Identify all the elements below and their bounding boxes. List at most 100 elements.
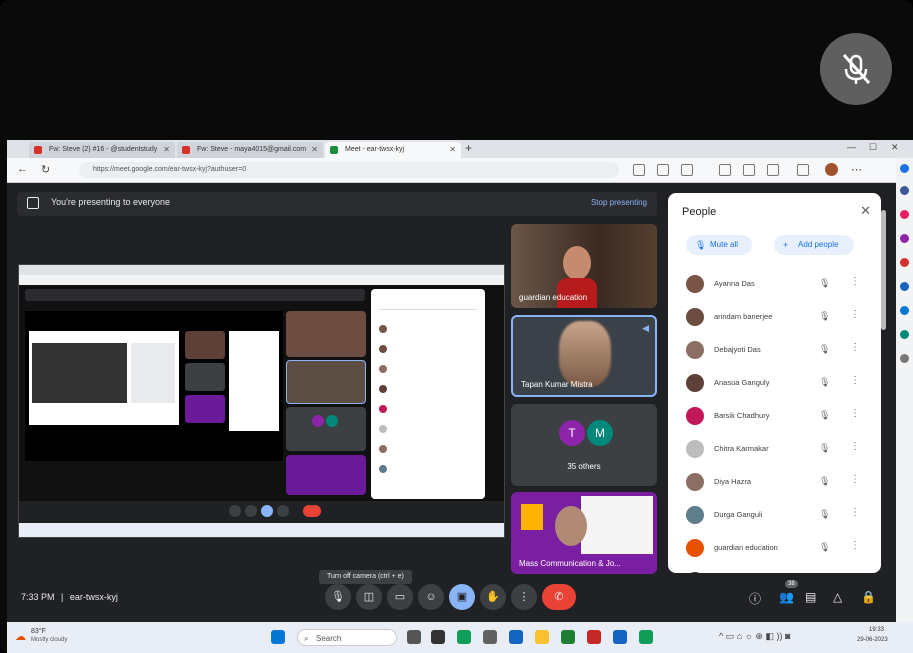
mic-icon[interactable]: 🎙 [819, 542, 830, 553]
participant-row[interactable]: arindam banerjee 🎙 ⋮ [668, 302, 881, 335]
close-window-icon[interactable]: ✕ [891, 142, 899, 153]
participant-row[interactable]: Ayanna Das 🎙 ⋮ [668, 269, 881, 302]
participant-name: guardian education [714, 543, 778, 552]
task-view-icon[interactable] [407, 630, 421, 644]
edge-icon[interactable] [457, 630, 471, 644]
powerpoint-icon[interactable] [587, 630, 601, 644]
host-controls-icon[interactable]: 🔒 [861, 590, 876, 604]
camera-button[interactable]: ◫ [356, 584, 382, 610]
new-tab-icon[interactable]: + [465, 141, 472, 155]
reactions-button[interactable]: ☺ [418, 584, 444, 610]
more-options-icon[interactable]: ⋮ [850, 507, 860, 518]
store-icon[interactable] [509, 630, 523, 644]
shopping-icon[interactable] [900, 210, 909, 219]
collections-icon[interactable] [767, 164, 779, 176]
more-options-button[interactable]: ⋮ [511, 584, 537, 610]
captions-button[interactable]: ▭ [387, 584, 413, 610]
maximize-icon[interactable]: ☐ [869, 142, 877, 153]
drop-icon[interactable] [900, 330, 909, 339]
file-explorer-icon[interactable] [535, 630, 549, 644]
more-options-icon[interactable]: ⋮ [850, 375, 860, 386]
more-options-icon[interactable]: ⋮ [850, 441, 860, 452]
favorites-icon[interactable] [743, 164, 755, 176]
mic-icon[interactable]: 🎙 [819, 476, 830, 487]
participant-tile-active[interactable]: ◀ Tapan Kumar Mistra [511, 315, 657, 397]
split-screen-icon[interactable] [719, 164, 731, 176]
stop-presenting-button[interactable]: Stop presenting [591, 198, 647, 207]
add-sidebar-icon[interactable] [900, 354, 909, 363]
office-icon[interactable] [900, 282, 909, 291]
avatar: M [587, 420, 613, 446]
leave-call-button[interactable]: ✆ [542, 584, 576, 610]
mic-button[interactable]: 🎙 [325, 584, 351, 610]
participant-row[interactable]: Durga Ganguli 🎙 ⋮ [668, 500, 881, 533]
participant-row[interactable]: Diya Hazra 🎙 ⋮ [668, 467, 881, 500]
favorite-icon[interactable] [681, 164, 693, 176]
mic-icon[interactable]: 🎙 [819, 311, 830, 322]
participant-row[interactable]: guardian education 🎙 ⋮ [668, 533, 881, 566]
participant-tile-top[interactable]: guardian education [511, 224, 657, 308]
system-tray-icons[interactable]: ^ ▭ ⌂ ☼ ⊕ ◧ )) ◙ [719, 631, 790, 642]
close-icon[interactable]: ✕ [860, 203, 871, 219]
widgets-icon[interactable] [431, 630, 445, 644]
more-options-icon[interactable]: ⋮ [850, 540, 860, 551]
games-icon[interactable] [900, 258, 909, 267]
browser-tab-1[interactable]: Fw: Steve (2) #16 - @studentstudy ✕ [29, 142, 175, 158]
extensions-icon[interactable] [797, 164, 809, 176]
minimize-icon[interactable]: — [847, 142, 856, 152]
participant-tile-bottom[interactable]: Mass Communication & Jo... [511, 492, 657, 574]
camera-permission-icon[interactable] [633, 164, 645, 176]
more-options-icon[interactable]: ⋮ [850, 474, 860, 485]
back-icon[interactable]: ← [17, 163, 28, 175]
participant-row[interactable]: Barsik Chadhury 🎙 ⋮ [668, 401, 881, 434]
participant-row[interactable]: Debajyoti Das 🎙 ⋮ [668, 335, 881, 368]
mic-icon[interactable]: 🎙 [819, 278, 830, 289]
browser-tab-3[interactable]: Meet - ear-twsx-kyj ✕ [325, 142, 461, 158]
start-icon[interactable] [271, 630, 285, 644]
tools-icon[interactable] [900, 234, 909, 243]
word-icon[interactable] [613, 630, 627, 644]
meeting-details-icon[interactable]: ⓘ [749, 590, 761, 607]
browser-tab-2[interactable]: Fw: Steve - maya4015@gmail.com ✕ [177, 142, 323, 158]
mic-icon[interactable]: 🎙 [819, 410, 830, 421]
zoom-icon[interactable] [657, 164, 669, 176]
others-tile[interactable]: T M 35 others [511, 404, 657, 486]
taskbar-search[interactable]: ⌕ Search [297, 629, 397, 646]
raise-hand-button[interactable]: ✋ [480, 584, 506, 610]
excel-icon[interactable] [561, 630, 575, 644]
menu-icon[interactable]: ⋯ [851, 163, 862, 176]
chat-icon[interactable]: ▤ [805, 590, 816, 604]
participant-row[interactable]: Chitra Karmakar 🎙 ⋮ [668, 434, 881, 467]
search-icon[interactable] [900, 186, 909, 195]
present-screen-icon [27, 197, 39, 209]
search-placeholder: Search [316, 634, 342, 643]
more-options-icon[interactable]: ⋮ [850, 408, 860, 419]
close-tab-icon[interactable]: ✕ [163, 142, 170, 158]
mute-all-button[interactable]: 🎙 Mute all [686, 235, 752, 255]
mic-icon[interactable]: 🎙 [819, 377, 830, 388]
profile-avatar[interactable] [825, 163, 838, 176]
chrome-icon[interactable] [639, 630, 653, 644]
bing-icon[interactable] [900, 164, 909, 173]
more-options-icon[interactable]: ⋮ [850, 309, 860, 320]
close-tab-icon[interactable]: ✕ [449, 142, 456, 158]
more-options-icon[interactable]: ⋮ [850, 342, 860, 353]
avatar [686, 440, 704, 458]
people-panel: People ✕ 🎙 Mute all + Add people Ayanna … [668, 193, 881, 573]
url-field[interactable]: https://meet.google.com/ear-twsx-kyj?aut… [79, 162, 619, 178]
outlook-icon[interactable] [900, 306, 909, 315]
add-people-button[interactable]: + Add people [774, 235, 854, 255]
people-scrollbar[interactable] [881, 210, 886, 330]
people-icon[interactable]: 👥 [779, 590, 794, 604]
more-options-icon[interactable]: ⋮ [850, 276, 860, 287]
mic-icon[interactable]: 🎙 [819, 344, 830, 355]
close-tab-icon[interactable]: ✕ [311, 142, 318, 158]
mic-icon[interactable]: 🎙 [819, 443, 830, 454]
participant-row[interactable]: Anasua Ganguly 🎙 ⋮ [668, 368, 881, 401]
mic-icon[interactable]: 🎙 [819, 509, 830, 520]
settings-icon[interactable] [483, 630, 497, 644]
activities-icon[interactable]: △ [833, 590, 842, 604]
present-button[interactable]: ▣ [449, 584, 475, 610]
refresh-icon[interactable]: ↻ [41, 163, 50, 176]
participant-row[interactable]: Isa Saha🎙⋮ [668, 566, 881, 573]
